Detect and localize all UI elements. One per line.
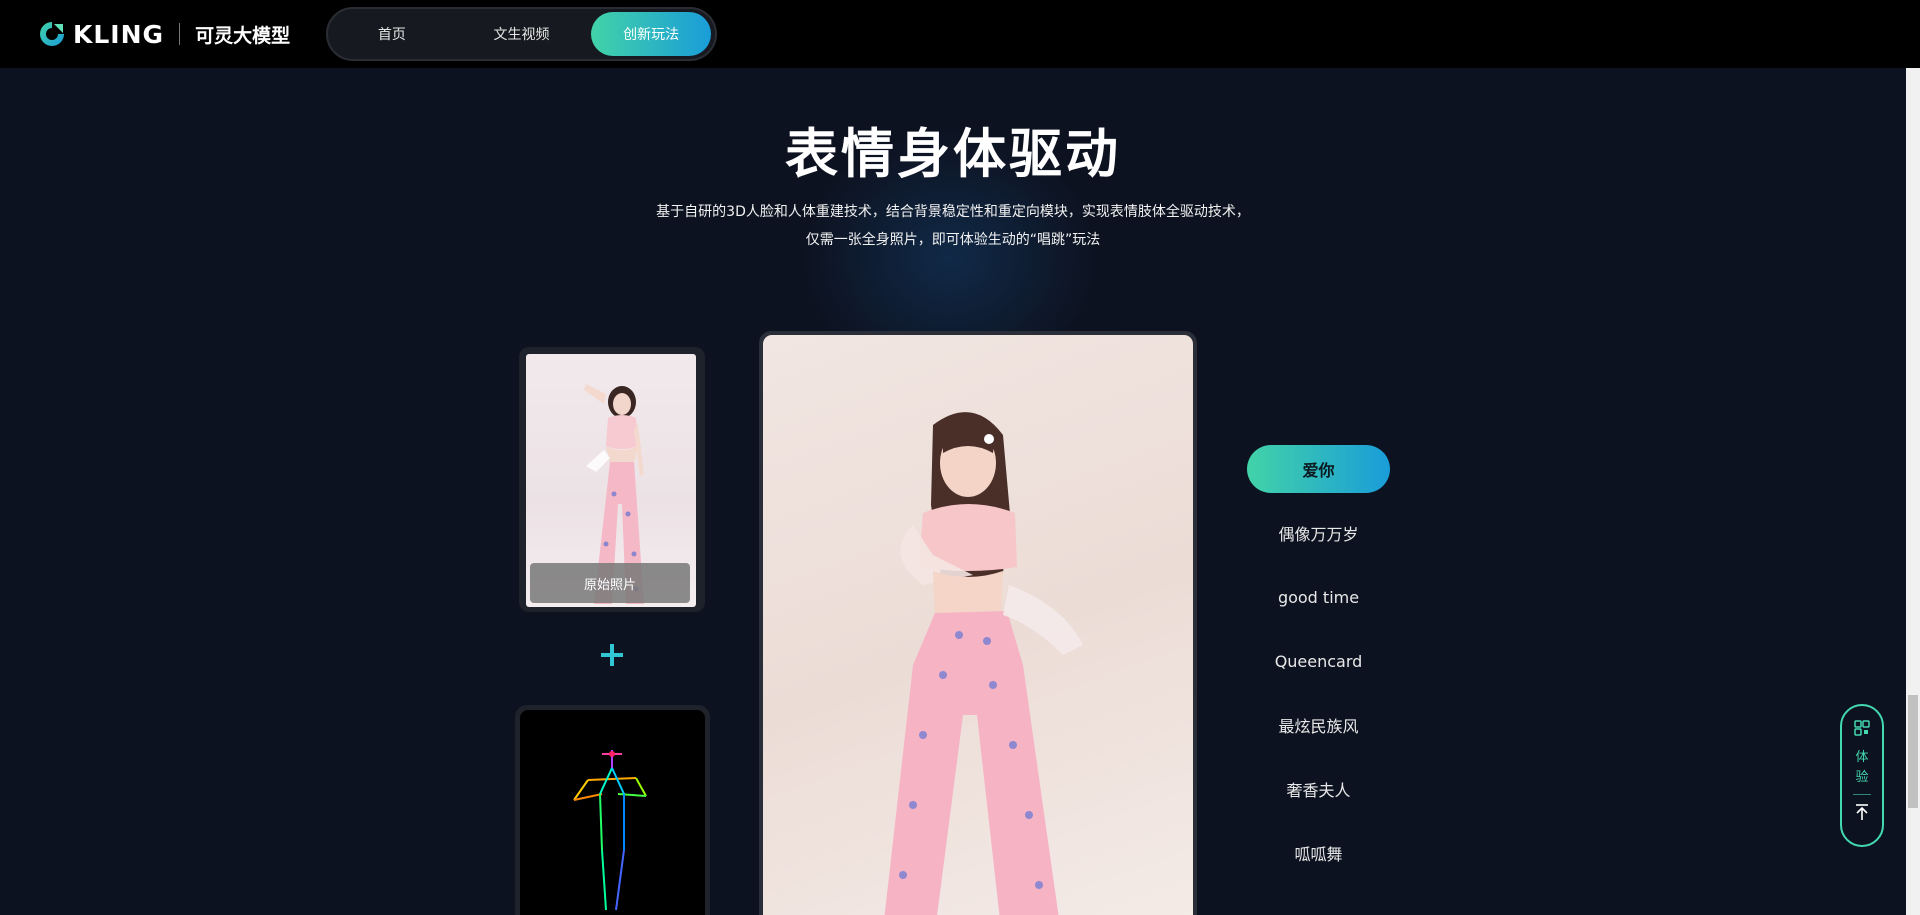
song-option[interactable]: 呱呱舞 [1247, 829, 1390, 877]
result-video[interactable] [763, 335, 1193, 915]
plus-icon [596, 639, 628, 671]
widget-divider [1853, 794, 1871, 795]
song-option[interactable]: good time [1247, 573, 1390, 621]
logo-wordmark: KLING [73, 19, 165, 49]
pose-skeleton-image [520, 710, 705, 915]
song-option[interactable]: 奢香夫人 [1247, 765, 1390, 813]
song-option[interactable]: 偶像万万岁 [1247, 509, 1390, 557]
back-to-top-icon[interactable] [1854, 803, 1870, 825]
song-option[interactable]: 爱你 [1247, 445, 1390, 493]
kling-logo-icon [38, 20, 66, 48]
original-photo-label: 原始照片 [530, 563, 690, 603]
original-photo-image: 原始照片 [526, 354, 696, 607]
top-navigation-bar: KLING 可灵大模型 首页 文生视频 创新玩法 [0, 0, 1920, 68]
song-selector: 爱你 偶像万万岁 good time Queencard 最炫民族风 奢香夫人 … [1247, 445, 1390, 893]
song-option[interactable]: 最炫民族风 [1247, 701, 1390, 749]
kling-logo[interactable]: KLING 可灵大模型 [38, 19, 290, 49]
nav-text-to-video[interactable]: 文生视频 [452, 12, 592, 56]
pose-skeleton-card [515, 705, 710, 915]
song-option[interactable]: Queencard [1247, 637, 1390, 685]
main-nav: 首页 文生视频 创新玩法 [326, 7, 717, 61]
nav-creative-play[interactable]: 创新玩法 [591, 12, 711, 56]
nav-home[interactable]: 首页 [332, 12, 452, 56]
page-scrollbar[interactable] [1906, 68, 1920, 915]
scrollbar-thumb[interactable] [1908, 695, 1918, 808]
logo-chinese-name: 可灵大模型 [195, 24, 291, 47]
floating-action-widget: 体验 [1840, 704, 1884, 847]
section-title: 表情身体驱动 [785, 124, 1121, 185]
qr-grid-icon[interactable] [1854, 720, 1870, 740]
result-video-card[interactable] [759, 331, 1197, 915]
section-description-line-1: 基于自研的3D人脸和人体重建技术，结合背景稳定性和重定向模块，实现表情肢体全驱动… [656, 204, 1250, 220]
section-description-line-2: 仅需一张全身照片，即可体验生动的“唱跳”玩法 [805, 232, 1101, 248]
main-content: 表情身体驱动 基于自研的3D人脸和人体重建技术，结合背景稳定性和重定向模块，实现… [0, 68, 1906, 915]
logo-divider [179, 23, 181, 45]
original-photo-card: 原始照片 [519, 347, 705, 612]
experience-button[interactable]: 体验 [1855, 748, 1869, 788]
